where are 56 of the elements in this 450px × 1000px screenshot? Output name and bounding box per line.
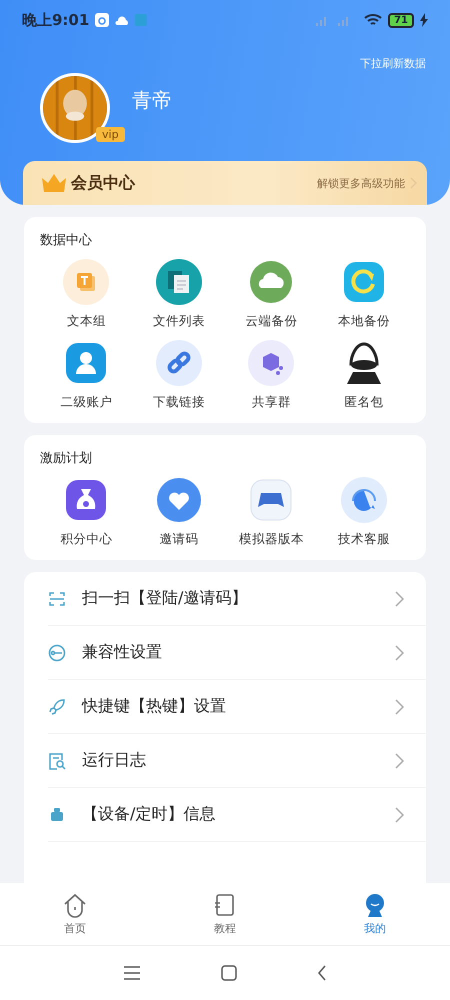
chevron-icon	[394, 752, 404, 768]
grid-item[interactable]: 本地备份	[318, 259, 410, 330]
key-icon	[48, 644, 66, 662]
cloud-icon	[115, 15, 130, 25]
grid-item[interactable]: 云端备份	[225, 259, 318, 330]
gamepad-icon	[248, 477, 294, 523]
tab-item[interactable]: 教程	[150, 883, 300, 945]
wifi-icon	[364, 13, 382, 27]
pull-refresh-hint: 下拉刷新数据	[360, 56, 426, 71]
tab-item[interactable]: 首页	[0, 883, 150, 945]
charging-icon	[420, 13, 428, 27]
cloud-icon	[248, 259, 294, 305]
menu-item[interactable]: 兼容性设置	[48, 626, 426, 680]
grid-item[interactable]: 二级账户	[40, 340, 132, 411]
back-icon[interactable]	[317, 965, 327, 981]
menu-icon[interactable]	[123, 966, 141, 980]
username: 青帝	[132, 86, 172, 114]
grid-item[interactable]: 技术客服	[318, 477, 410, 548]
app-icon	[95, 13, 110, 27]
home-button-icon[interactable]	[221, 965, 237, 981]
grid-item[interactable]: 文本组	[40, 259, 132, 330]
grid-item[interactable]: 匿名包	[318, 340, 410, 411]
chevron-icon	[394, 590, 404, 606]
scan-icon	[48, 590, 66, 608]
section-title: 数据中心	[40, 232, 93, 249]
grid-item[interactable]: 积分中心	[40, 477, 132, 548]
tab-item[interactable]: 我的	[300, 883, 450, 945]
home-icon	[62, 892, 88, 918]
cube-share-icon	[248, 340, 294, 386]
chevron-icon	[394, 698, 404, 714]
vip-center-title: 会员中心	[71, 172, 135, 194]
grid-item[interactable]: 模拟器版本	[225, 477, 318, 548]
vip-badge: vip	[96, 127, 125, 142]
file-list-icon	[156, 259, 202, 305]
grid-item[interactable]: 共享群	[225, 340, 318, 411]
headset-icon	[340, 477, 387, 523]
grid-item[interactable]: 文件列表	[132, 259, 225, 330]
grid-item[interactable]: 邀请码	[132, 477, 225, 548]
menu-item[interactable]: 快捷键【热键】设置	[48, 680, 426, 734]
menu-item[interactable]: 【设备/定时】信息	[48, 788, 426, 842]
section-title: 激励计划	[40, 450, 93, 467]
status-time: 晚上9:01	[22, 10, 90, 30]
app-icon	[135, 14, 148, 26]
vip-center-banner[interactable]: 会员中心 解锁更多高级功能	[23, 161, 427, 205]
chevron-icon	[394, 644, 404, 660]
crown-icon	[41, 172, 67, 194]
menu-item[interactable]: 扫一扫【登陆/邀请码】	[48, 572, 426, 626]
chevron-icon	[394, 806, 404, 822]
menu-item[interactable]: 运行日志	[48, 734, 426, 788]
link-icon	[156, 340, 202, 386]
text-icon	[63, 259, 110, 305]
log-search-icon	[48, 752, 66, 770]
vip-center-subtitle: 解锁更多高级功能	[317, 176, 405, 190]
grid-item[interactable]: 下载链接	[132, 340, 225, 411]
battery-level: 71	[388, 12, 414, 28]
rocket-icon	[48, 698, 66, 716]
